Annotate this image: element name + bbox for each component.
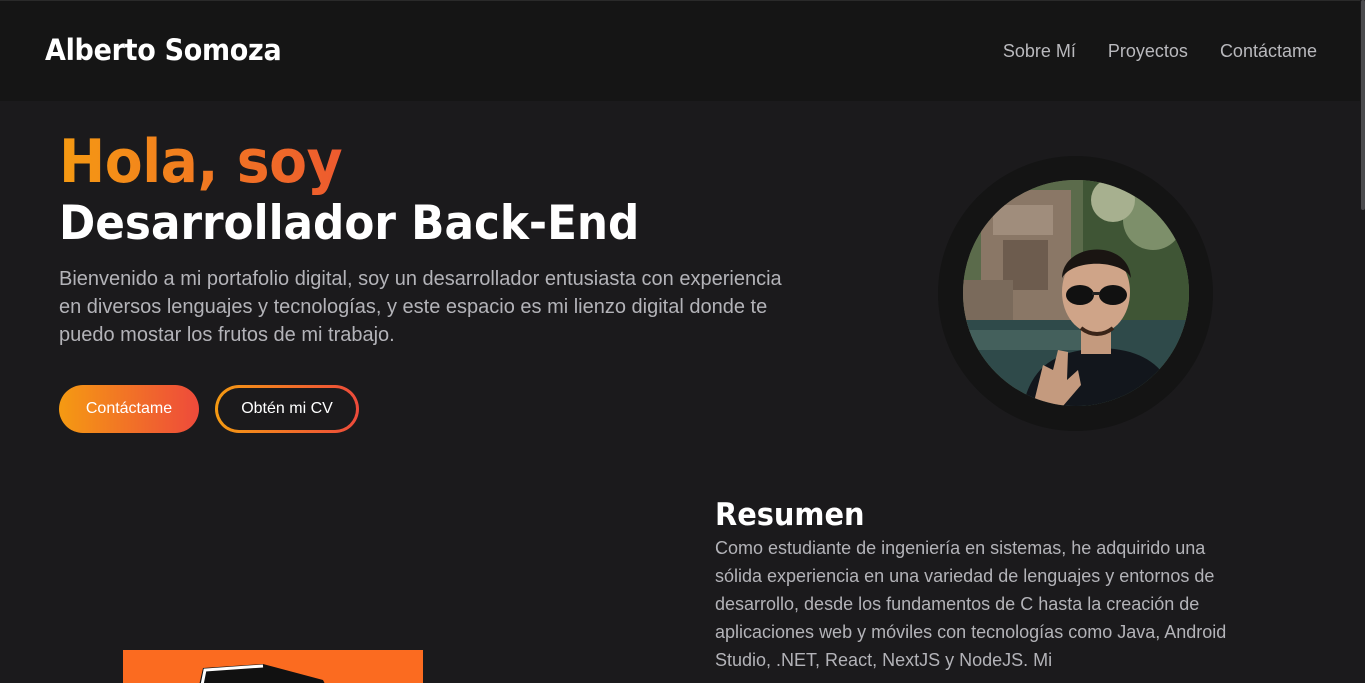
contact-button[interactable]: Contáctame [59,385,199,433]
hero-description: Bienvenido a mi portafolio digital, soy … [59,268,782,346]
profile-photo-illustration [963,180,1189,406]
summary-text: Como estudiante de ingeniería en sistema… [715,538,1227,670]
hero-role: Desarrollador Back-End [59,196,640,251]
summary-title: Resumen [715,497,865,533]
nav-links: Sobre Mí Proyectos Contáctame [1003,41,1317,62]
scrollbar-thumb[interactable] [1361,0,1365,210]
download-cv-button[interactable]: Obtén mi CV [215,385,359,433]
project-thumbnail[interactable] [123,650,423,683]
nav-link-about[interactable]: Sobre Mí [1003,41,1076,62]
brand-logo[interactable]: Alberto Somoza [45,33,282,67]
navbar: Alberto Somoza Sobre Mí Proyectos Contác… [0,0,1360,101]
nav-link-projects[interactable]: Proyectos [1108,41,1188,62]
download-cv-label: Obtén mi CV [218,388,356,430]
hero-greeting: Hola, soy [59,127,343,197]
nav-link-contact[interactable]: Contáctame [1220,41,1317,62]
scrollbar[interactable] [1360,0,1365,683]
portfolio-page: Alberto Somoza Sobre Mí Proyectos Contác… [0,0,1365,683]
project-thumbnail-graphic [199,664,325,683]
profile-photo [963,180,1189,406]
